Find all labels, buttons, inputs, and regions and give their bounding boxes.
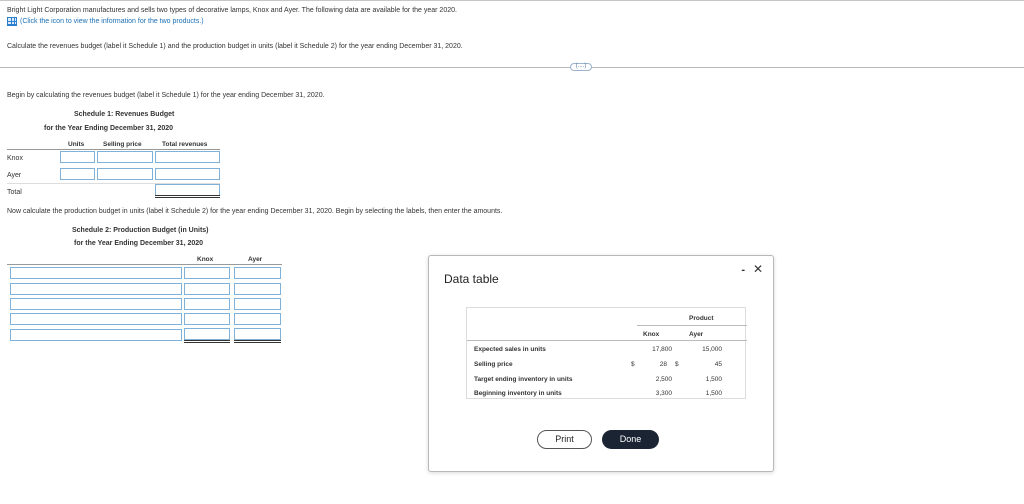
schedule1-col-total: Total revenues bbox=[162, 141, 208, 148]
knox-value: 3,300 bbox=[655, 390, 672, 397]
product-info-link-text[interactable]: (Click the icon to view the information … bbox=[20, 18, 204, 25]
table-grid-icon[interactable] bbox=[7, 17, 17, 26]
knox-value: 2,500 bbox=[655, 376, 672, 383]
schedule2-knox-input-4[interactable] bbox=[184, 313, 230, 325]
ayer-value: 15,000 bbox=[702, 346, 722, 353]
ayer-price-input[interactable] bbox=[97, 168, 153, 180]
product-data-table: Product Knox Ayer Expected sales in unit… bbox=[466, 307, 747, 399]
expand-more-button[interactable]: (....) bbox=[570, 63, 592, 71]
schedule2-subtitle: for the Year Ending December 31, 2020 bbox=[74, 240, 204, 247]
schedule1-instruction: Begin by calculating the revenues budget… bbox=[7, 92, 325, 99]
schedule1-col-price: Selling price bbox=[103, 141, 142, 148]
knox-revenue-input[interactable] bbox=[155, 151, 220, 163]
schedule2-col-knox: Knox bbox=[197, 256, 214, 263]
schedule2-ayer-input-5[interactable] bbox=[234, 328, 281, 340]
schedule1-row-rule bbox=[7, 183, 220, 184]
ayer-revenue-input[interactable] bbox=[155, 168, 220, 180]
total-double-underline bbox=[155, 195, 220, 198]
close-icon[interactable]: ✕ bbox=[753, 262, 763, 276]
col-ayer-header: Ayer bbox=[689, 331, 704, 338]
schedule2-header-rule bbox=[7, 264, 282, 265]
schedule1-header-rule bbox=[7, 149, 220, 150]
schedule2-ayer-input-2[interactable] bbox=[234, 283, 281, 295]
schedule2-label-select-4[interactable] bbox=[10, 313, 182, 325]
question-text: Calculate the revenues budget (label it … bbox=[7, 43, 463, 50]
row-label: Target ending inventory in units bbox=[474, 376, 573, 383]
currency-symbol: $ bbox=[675, 361, 679, 368]
ayer-units-input[interactable] bbox=[60, 168, 95, 180]
schedule2-ayer-input-1[interactable] bbox=[234, 267, 281, 279]
schedule2-knox-input-2[interactable] bbox=[184, 283, 230, 295]
section-divider bbox=[0, 67, 1024, 68]
currency-symbol: $ bbox=[631, 361, 635, 368]
dialog-title: Data table bbox=[444, 272, 499, 286]
ayer-value: 45 bbox=[714, 361, 722, 368]
schedule2-knox-input-1[interactable] bbox=[184, 267, 230, 279]
table-header-rule bbox=[467, 340, 747, 341]
schedule2-ayer-input-4[interactable] bbox=[234, 313, 281, 325]
knox-value: 28 bbox=[659, 361, 667, 368]
ayer-value: 1,500 bbox=[705, 376, 722, 383]
knox-value: 17,800 bbox=[652, 346, 672, 353]
done-button[interactable]: Done bbox=[602, 430, 659, 449]
minimize-icon[interactable]: - bbox=[741, 264, 745, 276]
row-label: Beginning inventory in units bbox=[474, 390, 562, 397]
schedule2-label-select-2[interactable] bbox=[10, 283, 182, 295]
schedule2-col-ayer: Ayer bbox=[248, 256, 263, 263]
schedule1-subtitle: for the Year Ending December 31, 2020 bbox=[44, 125, 174, 132]
schedule2-knox-input-3[interactable] bbox=[184, 298, 230, 310]
ayer-value: 1,500 bbox=[705, 390, 722, 397]
schedule1-row-total: Total bbox=[7, 189, 22, 196]
product-info-link[interactable]: (Click the icon to view the information … bbox=[7, 17, 204, 26]
schedule2-label-select-1[interactable] bbox=[10, 267, 182, 279]
schedule1-col-units: Units bbox=[68, 141, 85, 148]
knox-units-input[interactable] bbox=[60, 151, 95, 163]
schedule2-label-select-5[interactable] bbox=[10, 329, 182, 341]
data-table-dialog: Data table - ✕ Product Knox Ayer Expecte… bbox=[428, 255, 774, 472]
schedule2-ayer-input-3[interactable] bbox=[234, 298, 281, 310]
schedule2-title: Schedule 2: Production Budget (in Units) bbox=[72, 227, 209, 234]
top-border bbox=[0, 0, 1024, 1]
product-group-header: Product bbox=[689, 315, 714, 322]
schedule2-label-select-3[interactable] bbox=[10, 298, 182, 310]
schedule1-title: Schedule 1: Revenues Budget bbox=[74, 111, 175, 118]
schedule2-ayer-double-underline bbox=[234, 340, 281, 343]
schedule2-instruction: Now calculate the production budget in u… bbox=[7, 208, 503, 215]
schedule2-knox-double-underline bbox=[184, 340, 230, 343]
schedule1-row-knox: Knox bbox=[7, 155, 23, 162]
knox-price-input[interactable] bbox=[97, 151, 153, 163]
row-label: Selling price bbox=[474, 361, 513, 368]
schedule1-row-ayer: Ayer bbox=[7, 172, 22, 179]
schedule2-knox-input-5[interactable] bbox=[184, 328, 230, 340]
row-label: Expected sales in units bbox=[474, 346, 546, 353]
product-header-rule bbox=[637, 325, 747, 326]
col-knox-header: Knox bbox=[643, 331, 660, 338]
problem-intro: Bright Light Corporation manufactures an… bbox=[7, 7, 457, 14]
print-button[interactable]: Print bbox=[537, 430, 592, 449]
